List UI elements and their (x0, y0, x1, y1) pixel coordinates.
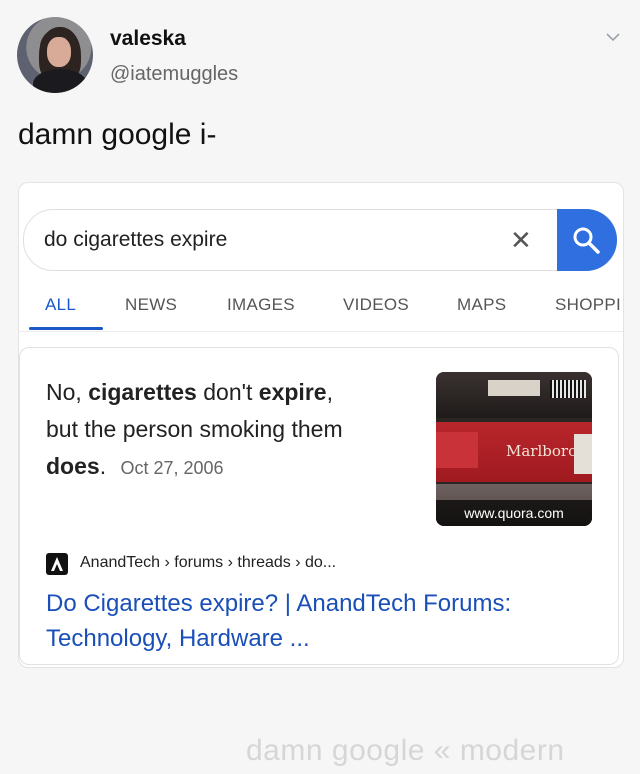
snippet-date: Oct 27, 2006 (120, 458, 224, 478)
tab-shopping[interactable]: SHOPPI (555, 295, 623, 315)
tab-all[interactable]: ALL (45, 295, 76, 315)
pack-brand-text: Marlboro (506, 442, 578, 460)
result-source[interactable]: AnandTech › forums › threads › do... (46, 552, 596, 575)
google-screenshot: do cigarettes expire ✕ ALL NEWS IMAGES V… (18, 182, 624, 668)
breadcrumb: AnandTech › forums › threads › do... (80, 554, 337, 571)
tab-news[interactable]: NEWS (125, 295, 177, 315)
tab-images[interactable]: IMAGES (227, 295, 295, 315)
active-tab-indicator (29, 327, 103, 330)
avatar[interactable] (17, 17, 93, 93)
search-button[interactable] (557, 209, 617, 271)
search-bar[interactable]: do cigarettes expire ✕ (23, 209, 617, 271)
anandtech-favicon-icon (46, 553, 68, 575)
display-name[interactable]: valeska (110, 27, 186, 51)
search-icon (573, 227, 600, 254)
chevron-down-icon[interactable] (606, 32, 620, 44)
result-title-link[interactable]: Do Cigarettes expire? | AnandTech Forums… (46, 586, 596, 656)
tweet: valeska @iatemuggles damn google i- do c… (0, 0, 640, 774)
tweet-text: damn google i- (18, 118, 217, 151)
image-source-label[interactable]: www.quora.com (436, 500, 592, 526)
snippet-image[interactable]: Marlboro www.quora.com (436, 372, 592, 526)
watermark: damn google « modern (246, 734, 565, 767)
divider (19, 331, 623, 332)
search-input[interactable]: do cigarettes expire (44, 228, 227, 252)
user-handle[interactable]: @iatemuggles (110, 63, 238, 86)
clear-icon[interactable]: ✕ (510, 225, 532, 255)
tab-maps[interactable]: MAPS (457, 295, 506, 315)
featured-snippet: No, cigarettes don't expire, but the per… (19, 347, 619, 665)
tab-videos[interactable]: VIDEOS (343, 295, 409, 315)
snippet-text: No, cigarettes don't expire, but the per… (46, 379, 343, 479)
search-tabs: ALL NEWS IMAGES VIDEOS MAPS SHOPPI (19, 283, 623, 333)
